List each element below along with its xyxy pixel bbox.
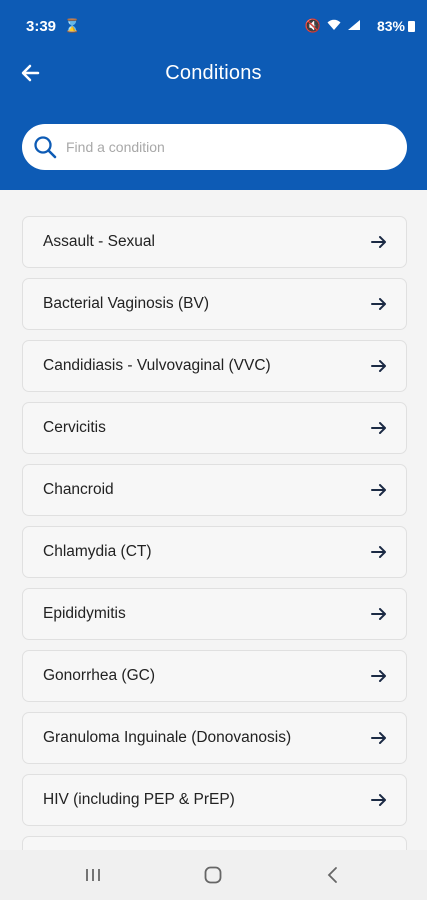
arrow-right-icon — [371, 670, 386, 682]
condition-label: Chlamydia (CT) — [43, 543, 152, 560]
condition-item-chlamydia[interactable]: Chlamydia (CT) — [22, 526, 407, 578]
recent-apps-button[interactable] — [80, 862, 106, 888]
arrow-right-icon — [371, 732, 386, 744]
hourglass-icon: ⌛ — [64, 18, 81, 33]
condition-item-gonorrhea[interactable]: Gonorrhea (GC) — [22, 650, 407, 702]
battery-icon — [408, 21, 415, 32]
condition-label: Epididymitis — [43, 605, 126, 622]
conditions-list: Assault - Sexual Bacterial Vaginosis (BV… — [22, 216, 407, 898]
home-icon — [204, 866, 222, 884]
condition-item-chancroid[interactable]: Chancroid — [22, 464, 407, 516]
home-button[interactable] — [200, 862, 226, 888]
signal-icon — [347, 19, 361, 34]
arrow-right-icon — [371, 236, 386, 248]
status-bar: 3:39 ⌛ 🔇 83% — [0, 0, 427, 52]
header: 3:39 ⌛ 🔇 83% Conditions — [0, 0, 427, 190]
condition-item-candidiasis[interactable]: Candidiasis - Vulvovaginal (VVC) — [22, 340, 407, 392]
status-icons: 🔇 — [305, 18, 361, 34]
arrow-right-icon — [371, 484, 386, 496]
condition-label: HIV (including PEP & PrEP) — [43, 791, 235, 808]
arrow-right-icon — [371, 794, 386, 806]
battery-percent: 83% — [376, 18, 405, 34]
condition-item-cervicitis[interactable]: Cervicitis — [22, 402, 407, 454]
recent-apps-icon — [86, 869, 100, 881]
condition-item-hiv[interactable]: HIV (including PEP & PrEP) — [22, 774, 407, 826]
condition-item-assault-sexual[interactable]: Assault - Sexual — [22, 216, 407, 268]
page-title: Conditions — [165, 62, 262, 84]
condition-label: Gonorrhea (GC) — [43, 667, 155, 684]
condition-label: Candidiasis - Vulvovaginal (VVC) — [43, 357, 271, 374]
arrow-right-icon — [371, 298, 386, 310]
arrow-right-icon — [371, 608, 386, 620]
app-bar: Conditions — [0, 52, 427, 98]
condition-item-bacterial-vaginosis[interactable]: Bacterial Vaginosis (BV) — [22, 278, 407, 330]
condition-label: Cervicitis — [43, 419, 106, 436]
wifi-icon — [327, 19, 341, 34]
arrow-right-icon — [371, 360, 386, 372]
mute-icon: 🔇 — [304, 18, 321, 33]
condition-label: Granuloma Inguinale (Donovanosis) — [43, 729, 292, 746]
arrow-right-icon — [371, 546, 386, 558]
condition-label: Bacterial Vaginosis (BV) — [43, 295, 209, 312]
condition-item-granuloma-inguinale[interactable]: Granuloma Inguinale (Donovanosis) — [22, 712, 407, 764]
system-nav-bar — [0, 850, 427, 900]
status-time: 3:39 — [26, 18, 57, 35]
search-input[interactable] — [66, 139, 366, 155]
search-bar[interactable] — [22, 124, 407, 170]
chevron-left-icon — [327, 867, 337, 883]
condition-item-epididymitis[interactable]: Epididymitis — [22, 588, 407, 640]
arrow-right-icon — [371, 422, 386, 434]
search-icon — [34, 136, 57, 159]
system-back-button[interactable] — [320, 862, 346, 888]
condition-label: Chancroid — [43, 481, 114, 498]
condition-label: Assault - Sexual — [43, 233, 155, 250]
